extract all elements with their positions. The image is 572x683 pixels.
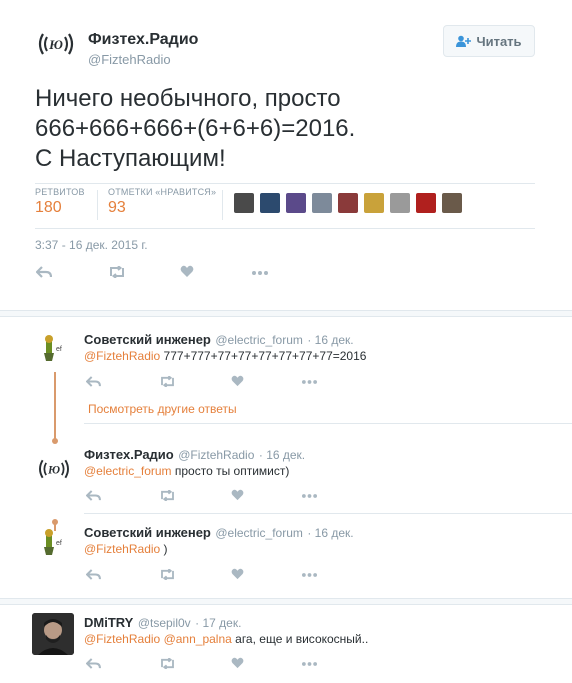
reply-icon[interactable]	[86, 658, 101, 669]
retweets-stat[interactable]: РЕТВИТОВ 180	[35, 187, 85, 217]
retweet-icon[interactable]	[159, 490, 176, 501]
reply-author-name[interactable]: Советский инженер	[84, 525, 211, 540]
stats-vdivider	[222, 190, 223, 220]
dmitry-avatar[interactable]	[32, 613, 74, 655]
reply-date[interactable]: · 16 дек.	[259, 448, 305, 462]
follow-label: Читать	[476, 33, 522, 49]
heart-icon[interactable]	[231, 657, 244, 669]
reply-mention[interactable]: @ann_palna	[164, 632, 232, 646]
reply-mention[interactable]: @electric_forum	[84, 464, 172, 478]
liker-avatar[interactable]	[390, 193, 410, 213]
tweet-text-line-1: Ничего необычного, просто	[35, 85, 341, 112]
retweets-count: 180	[35, 199, 62, 216]
reply-author-name[interactable]: Советский инженер	[84, 332, 211, 347]
reply-date[interactable]: · 16 дек.	[307, 333, 353, 347]
reply-date[interactable]: · 17 дек.	[195, 616, 241, 630]
tweet-text: Ничего необычного, просто 666+666+666+(6…	[35, 84, 545, 174]
thread-dot	[52, 438, 58, 444]
likes-stat[interactable]: ОТМЕТКИ «НРАВИТСЯ» 93	[108, 187, 216, 217]
more-icon[interactable]	[302, 494, 317, 498]
reply-body: 777+777+77+77+77+77+77+77=2016	[160, 349, 367, 363]
liker-avatar[interactable]	[442, 193, 462, 213]
section-separator	[0, 598, 572, 605]
reply-text: @FiztehRadio )	[84, 542, 168, 556]
reply-header: Физтех.Радио @FiztehRadio · 16 дек.	[84, 446, 305, 464]
retweets-label: РЕТВИТОВ	[35, 187, 85, 197]
more-icon[interactable]	[252, 271, 268, 275]
retweet-icon[interactable]	[159, 569, 176, 580]
liker-avatar[interactable]	[260, 193, 280, 213]
liker-avatar[interactable]	[312, 193, 332, 213]
tweet-timestamp[interactable]: 3:37 - 16 дек. 2015 г.	[35, 238, 148, 252]
reply-mention[interactable]: @FiztehRadio	[84, 542, 160, 556]
heart-icon[interactable]	[231, 375, 244, 387]
reply-author-name[interactable]: DMiTRY	[84, 615, 133, 630]
stats-divider-top	[35, 183, 535, 184]
more-icon[interactable]	[302, 662, 317, 666]
tweet-text-line-3: С Наступающим!	[35, 145, 226, 172]
reply-mention[interactable]: @FiztehRadio	[84, 349, 160, 363]
add-user-icon	[456, 35, 472, 47]
author-name[interactable]: Физтех.Радио	[88, 31, 198, 49]
reply-mention[interactable]: @FiztehRadio	[84, 632, 160, 646]
reply-header: Советский инженер @electric_forum · 16 д…	[84, 331, 354, 349]
reply-header: DMiTRY @tsepil0v · 17 дек.	[84, 614, 241, 632]
retweet-icon[interactable]	[159, 658, 176, 669]
reply-body: ага, еще и високосный..	[231, 632, 369, 646]
svg-text:Ю: Ю	[48, 37, 63, 52]
heart-icon[interactable]	[231, 489, 244, 501]
view-more-replies-link[interactable]: Посмотреть другие ответы	[88, 402, 237, 416]
reply-author-handle[interactable]: @FiztehRadio	[178, 448, 254, 462]
heart-icon[interactable]	[231, 568, 244, 580]
reply-text: @electric_forum просто ты оптимист)	[84, 464, 289, 478]
author-handle[interactable]: @FiztehRadio	[88, 52, 171, 67]
reply-text: @FiztehRadio 777+777+77+77+77+77+77+77=2…	[84, 349, 366, 363]
stats-divider-bottom	[35, 228, 535, 229]
reply-divider	[84, 423, 572, 424]
liker-avatar[interactable]	[416, 193, 436, 213]
fiztehradio-logo-avatar[interactable]: Ю	[36, 28, 76, 60]
retweet-icon[interactable]	[108, 266, 126, 278]
liker-avatar[interactable]	[234, 193, 254, 213]
reply-divider	[84, 513, 572, 514]
reply-author-handle[interactable]: @tsepil0v	[138, 616, 191, 630]
retweet-icon[interactable]	[159, 376, 176, 387]
reply-author-handle[interactable]: @electric_forum	[215, 333, 303, 347]
section-separator	[0, 310, 572, 317]
more-icon[interactable]	[302, 380, 317, 384]
svg-text:ef: ef	[56, 346, 62, 353]
reply-body: просто ты оптимист)	[171, 464, 290, 478]
svg-text:ef: ef	[56, 540, 62, 547]
likes-count: 93	[108, 199, 126, 216]
follow-button[interactable]: Читать	[443, 25, 535, 57]
reply-author-handle[interactable]: @electric_forum	[215, 526, 303, 540]
reply-author-name[interactable]: Физтех.Радио	[84, 447, 174, 462]
likes-label: ОТМЕТКИ «НРАВИТСЯ»	[108, 187, 217, 197]
tweet-text-line-2: 666+666+666+(6+6+6)=2016.	[35, 115, 356, 142]
svg-text:Ю: Ю	[47, 464, 60, 476]
reply-icon[interactable]	[86, 569, 101, 580]
reply-header: Советский инженер @electric_forum · 16 д…	[84, 524, 354, 542]
thread-line	[54, 372, 56, 442]
reply-text: @FiztehRadio @ann_palna ага, еще и висок…	[84, 632, 368, 646]
reply-date[interactable]: · 16 дек.	[307, 526, 353, 540]
stats-vdivider	[97, 190, 98, 220]
reply-body: )	[160, 542, 168, 556]
fiztehradio-logo-avatar[interactable]: Ю	[36, 455, 72, 491]
engineer-avatar[interactable]: ef	[38, 527, 74, 563]
liker-avatar[interactable]	[286, 193, 306, 213]
engineer-avatar[interactable]: ef	[38, 333, 74, 369]
liker-avatar[interactable]	[338, 193, 358, 213]
heart-icon[interactable]	[180, 265, 194, 278]
reply-icon[interactable]	[36, 266, 52, 278]
reply-icon[interactable]	[86, 490, 101, 501]
liker-avatar[interactable]	[364, 193, 384, 213]
more-icon[interactable]	[302, 573, 317, 577]
reply-icon[interactable]	[86, 376, 101, 387]
